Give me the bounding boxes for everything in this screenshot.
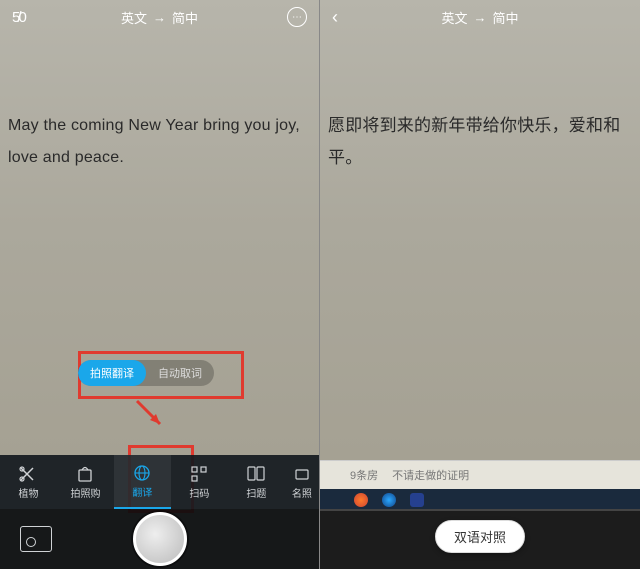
lang-to: 简中 [172,8,198,27]
tool-scan-code[interactable]: 扫码 [171,455,228,509]
scissors-icon [17,465,39,483]
book-icon [245,465,267,483]
language-switch[interactable]: 英文 → 简中 [121,8,198,27]
camera-header: 5/0 英文 → 简中 ⋯ [0,0,319,34]
shutter-button[interactable] [133,512,187,566]
tool-label: 植物 [18,485,38,500]
qr-icon [188,465,210,483]
arrow-right-icon: → [474,10,487,25]
desktop-taskbar [320,489,640,511]
bilingual-button[interactable]: 双语对照 [435,520,525,553]
taskbar-icon [410,493,424,507]
lang-from: 英文 [121,8,147,27]
tool-translate[interactable]: 翻译 [114,455,171,509]
desktop-taskbar-hint: 9条房 不请走做的证明 [320,460,640,489]
tool-label: 名照 [292,485,312,500]
tool-shop[interactable]: 拍照购 [57,455,114,509]
toggle-auto-word[interactable]: 自动取词 [146,360,214,386]
tool-card[interactable]: 名照 [285,455,319,509]
right-screen: ‹ 英文 → 简中 愿即将到来的新年带给你快乐，爱和和平。 9条房 不请走做的证… [320,0,640,569]
lang-from: 英文 [441,8,467,27]
flash-icon[interactable]: 5/0 [12,9,24,26]
taskbar-icon [354,493,368,507]
left-screen: 5/0 英文 → 简中 ⋯ May the coming New Year br… [0,0,320,569]
toggle-photo-translate[interactable]: 拍照翻译 [78,360,146,386]
tool-label: 扫码 [189,485,209,500]
tool-plant[interactable]: 植物 [0,455,57,509]
globe-icon [131,464,153,482]
bag-icon [74,465,96,483]
tool-label: 拍照购 [70,485,100,500]
id-icon [291,465,313,483]
language-switch[interactable]: 英文 → 简中 [441,8,518,27]
back-icon[interactable]: ‹ [332,7,338,28]
tool-scan-question[interactable]: 扫题 [228,455,285,509]
band-item: 9条房 [350,467,378,483]
gallery-icon[interactable] [20,526,52,552]
source-text: May the coming New Year bring you joy, l… [8,110,319,174]
annotation-arrow [132,396,172,436]
result-header: ‹ 英文 → 简中 [320,0,640,34]
lang-to: 简中 [493,8,519,27]
mode-toggle[interactable]: 拍照翻译 自动取词 [78,360,214,386]
shutter-bar [0,509,319,569]
band-item: 不请走做的证明 [392,467,469,483]
camera-toolbar: 植物 拍照购 翻译 扫码 扫题 名照 [0,455,319,509]
tool-label: 扫题 [246,485,266,500]
translated-text: 愿即将到来的新年带给你快乐，爱和和平。 [328,110,640,175]
tool-label: 翻译 [132,484,152,499]
taskbar-icon [382,493,396,507]
more-icon[interactable]: ⋯ [287,7,307,27]
arrow-right-icon: → [153,10,166,25]
